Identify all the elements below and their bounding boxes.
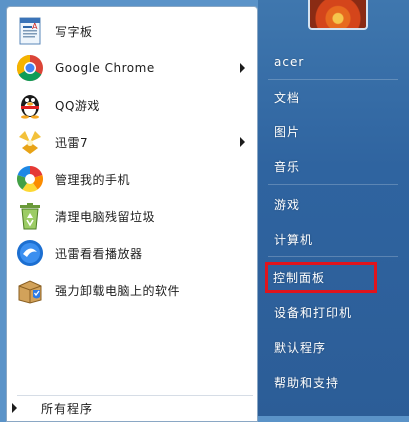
place-item-acer[interactable]: acer [266, 49, 398, 75]
program-item-phone-manager[interactable]: 管理我的手机 [11, 162, 253, 196]
place-label: 计算机 [274, 232, 314, 247]
user-picture[interactable] [308, 0, 368, 30]
triangle-right-icon [12, 403, 17, 413]
media-player-icon [15, 238, 45, 268]
submenu-arrow-icon[interactable] [240, 63, 245, 73]
place-item-control-panel[interactable]: 控制面板 [265, 262, 377, 293]
program-label: 清理电脑残留垃圾 [55, 209, 156, 224]
program-item-qq-game[interactable]: QQ游戏 [11, 88, 253, 122]
program-item-chrome[interactable]: Google Chrome [11, 51, 253, 85]
place-item-music[interactable]: 音乐 [266, 153, 398, 179]
submenu-arrow-icon[interactable] [240, 137, 245, 147]
place-label: 控制面板 [273, 271, 326, 285]
place-divider [268, 256, 398, 257]
place-label: 图片 [274, 124, 301, 139]
programs-pane: A 写字板 Google Chrome QQ游戏 迅雷7 管理我的手机 清理电脑… [6, 6, 258, 422]
place-item-devices-printers[interactable]: 设备和打印机 [266, 299, 398, 325]
place-divider [268, 184, 398, 185]
place-item-pictures[interactable]: 图片 [266, 118, 398, 144]
place-label: 文档 [274, 90, 301, 105]
place-item-computer[interactable]: 计算机 [266, 226, 398, 252]
place-label: 音乐 [274, 159, 301, 174]
program-label: 管理我的手机 [55, 172, 131, 187]
thunder-bird-icon [15, 127, 45, 157]
program-label: 迅雷看看播放器 [55, 246, 143, 261]
svg-text:A: A [32, 22, 38, 31]
qq-penguin-icon [15, 90, 45, 120]
program-label: 迅雷7 [55, 135, 89, 150]
program-item-xunlei-player[interactable]: 迅雷看看播放器 [11, 236, 253, 270]
place-item-games[interactable]: 游戏 [266, 191, 398, 217]
place-label: 设备和打印机 [274, 305, 353, 320]
place-item-documents[interactable]: 文档 [266, 84, 398, 110]
program-item-uninstaller[interactable]: 强力卸载电脑上的软件 [11, 273, 253, 307]
place-item-help-support[interactable]: 帮助和支持 [266, 369, 398, 395]
program-label: 强力卸载电脑上的软件 [55, 283, 181, 298]
place-label: acer [274, 55, 305, 69]
all-programs-divider [17, 395, 253, 396]
place-label: 默认程序 [274, 340, 327, 355]
start-menu: A 写字板 Google Chrome QQ游戏 迅雷7 管理我的手机 清理电脑… [0, 0, 409, 422]
all-programs-label: 所有程序 [41, 401, 94, 416]
recycle-icon [15, 201, 45, 231]
program-label: QQ游戏 [55, 98, 100, 113]
place-item-default-programs[interactable]: 默认程序 [266, 334, 398, 360]
place-divider [268, 79, 398, 80]
program-label: 写字板 [55, 24, 93, 39]
program-label: Google Chrome [55, 61, 155, 75]
program-item-cleaner[interactable]: 清理电脑残留垃圾 [11, 199, 253, 233]
all-programs-button[interactable]: 所有程序 [12, 398, 93, 418]
program-item-xunlei[interactable]: 迅雷7 [11, 125, 253, 159]
chrome-icon [15, 53, 45, 83]
place-label: 帮助和支持 [274, 375, 340, 390]
phone-manager-icon [15, 164, 45, 194]
wordpad-icon: A [15, 16, 45, 46]
place-label: 游戏 [274, 197, 301, 212]
uninstall-box-icon [15, 275, 45, 305]
program-item-wordpad[interactable]: A 写字板 [11, 14, 253, 48]
